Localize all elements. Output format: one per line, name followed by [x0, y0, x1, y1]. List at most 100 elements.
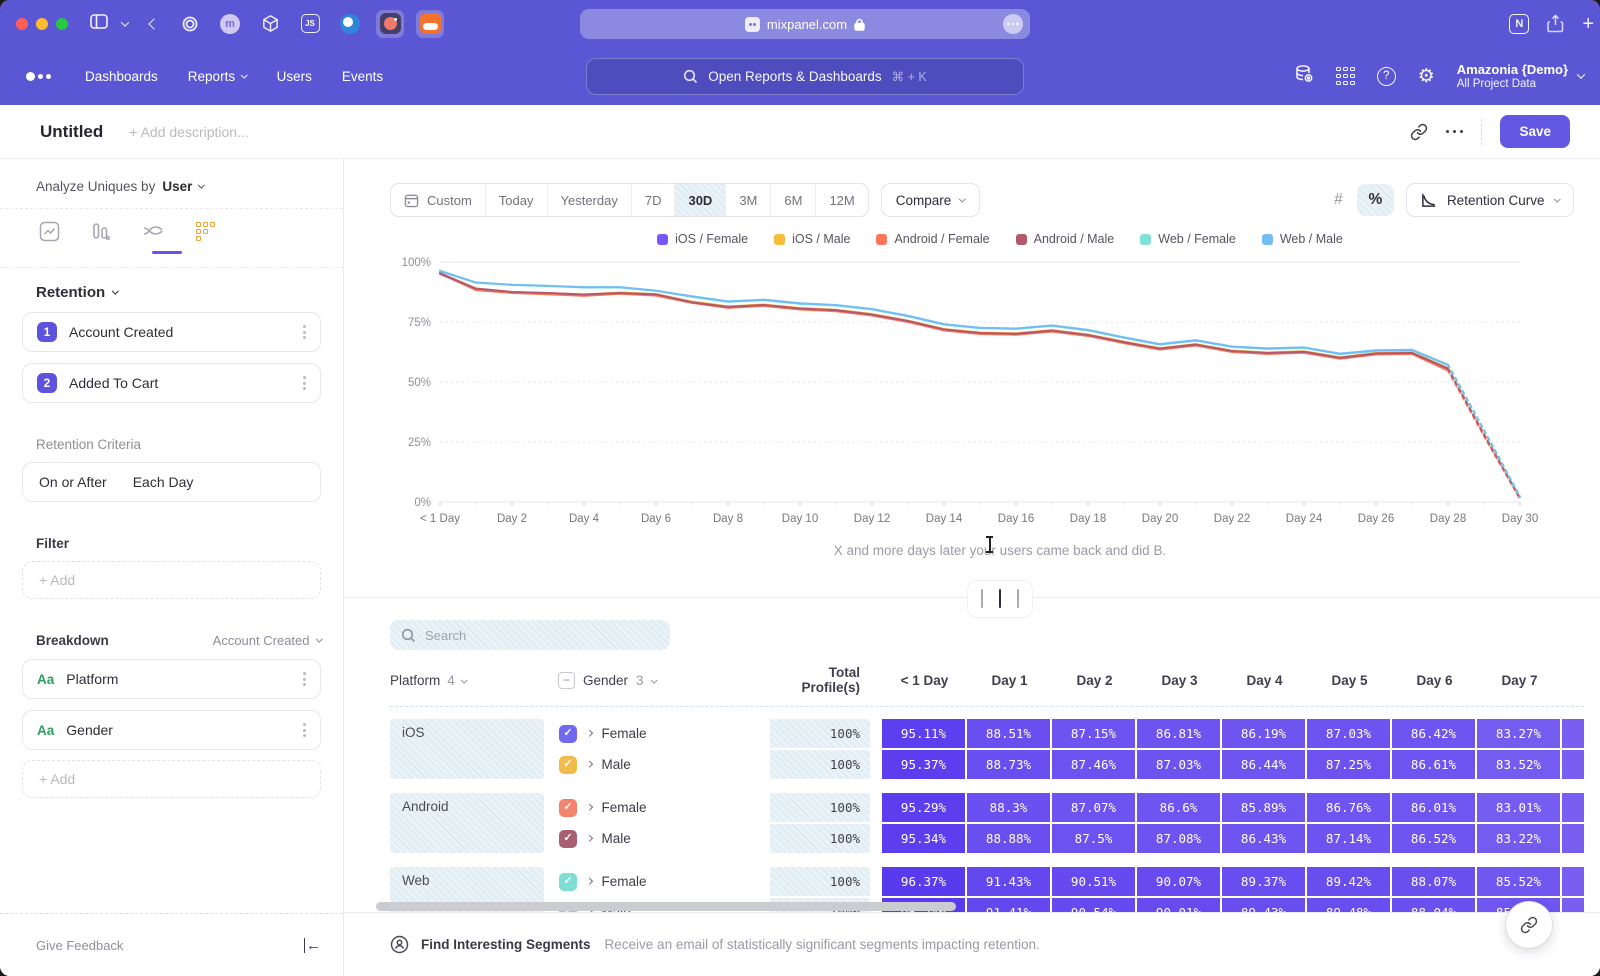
- retention-value-cell[interactable]: 90.01%: [1137, 898, 1220, 912]
- mixpanel-logo[interactable]: [26, 72, 51, 81]
- legend-item[interactable]: Web / Male: [1262, 232, 1343, 246]
- analyze-value-dropdown[interactable]: User: [162, 179, 192, 194]
- traffic-light-zoom[interactable]: [56, 18, 68, 30]
- retention-value-cell[interactable]: 88.3%: [967, 793, 1050, 822]
- checkbox-android-female[interactable]: ✓: [559, 799, 577, 817]
- collapse-sidebar-icon[interactable]: ←: [304, 938, 321, 953]
- share-link-fab[interactable]: [1506, 902, 1552, 948]
- save-button[interactable]: Save: [1500, 115, 1570, 148]
- criteria-mode[interactable]: On or After: [39, 474, 107, 490]
- breakdown-applies-to-dropdown[interactable]: Account Created: [213, 633, 321, 648]
- data-management-icon[interactable]: [1294, 64, 1314, 89]
- chart-type-dropdown[interactable]: Retention Curve: [1406, 183, 1574, 217]
- find-segments-link[interactable]: Find Interesting Segments: [421, 937, 591, 952]
- retention-value-cell[interactable]: 87.08%: [1137, 824, 1220, 853]
- nav-item-dashboards[interactable]: Dashboards: [85, 69, 158, 84]
- retention-value-cell[interactable]: 87.07%: [1052, 793, 1135, 822]
- range-3m[interactable]: 3M: [725, 184, 770, 216]
- range-7d[interactable]: 7D: [631, 184, 675, 216]
- chart-only-view-button[interactable]: [979, 588, 985, 610]
- nav-item-users[interactable]: Users: [277, 69, 312, 84]
- day-column-header[interactable]: Day 2: [1052, 673, 1137, 688]
- select-all-checkbox[interactable]: −: [558, 672, 575, 689]
- compare-button[interactable]: Compare: [881, 183, 980, 217]
- tab-cube-icon[interactable]: [256, 10, 284, 38]
- kebab-menu-icon[interactable]: [303, 376, 306, 390]
- copy-link-icon[interactable]: [1410, 123, 1428, 141]
- retention-value-cell[interactable]: 86.42%: [1392, 719, 1475, 748]
- expand-row-icon[interactable]: [586, 761, 592, 767]
- day-column-header[interactable]: Day 7: [1477, 673, 1562, 688]
- retention-value-cell[interactable]: 95.11%: [882, 719, 965, 748]
- retention-value-cell[interactable]: 87.25%: [1307, 750, 1390, 779]
- retention-value-cell[interactable]: 90.51%: [1052, 867, 1135, 896]
- report-title[interactable]: Untitled: [40, 122, 103, 142]
- share-icon[interactable]: [1547, 14, 1564, 33]
- percent-values-toggle[interactable]: %: [1357, 184, 1394, 216]
- checkbox-ios-female[interactable]: ✓: [559, 725, 577, 743]
- chevron-down-icon[interactable]: [121, 18, 129, 26]
- retention-value-cell[interactable]: 91.41%: [967, 898, 1050, 912]
- retention-value-cell[interactable]: 86.81%: [1137, 719, 1220, 748]
- retention-value-cell[interactable]: 95.37%: [882, 750, 965, 779]
- tab-active-icon[interactable]: [376, 10, 404, 38]
- day-column-header[interactable]: Day 3: [1137, 673, 1222, 688]
- retention-value-cell[interactable]: 87.14%: [1307, 824, 1390, 853]
- range-6m[interactable]: 6M: [770, 184, 815, 216]
- expand-row-icon[interactable]: [586, 878, 592, 884]
- checkbox-ios-male[interactable]: ✓: [559, 756, 577, 774]
- retention-value-cell[interactable]: 86.19%: [1222, 719, 1305, 748]
- kebab-menu-icon[interactable]: [303, 723, 306, 737]
- retention-value-cell[interactable]: 88.04%: [1392, 898, 1475, 912]
- breakdown-platform[interactable]: AaPlatform: [22, 659, 321, 699]
- give-feedback-link[interactable]: Give Feedback: [36, 938, 123, 953]
- day-column-header[interactable]: Day 6: [1392, 673, 1477, 688]
- global-search[interactable]: Open Reports & Dashboards ⌘ + K: [586, 58, 1024, 95]
- nav-item-events[interactable]: Events: [342, 69, 383, 84]
- back-icon[interactable]: [148, 18, 159, 29]
- tab-flows-icon[interactable]: [140, 218, 166, 244]
- horizontal-scrollbar[interactable]: [376, 902, 956, 911]
- retention-value-cell[interactable]: 87.03%: [1137, 750, 1220, 779]
- day-column-header[interactable]: Day 4: [1222, 673, 1307, 688]
- split-view-button[interactable]: [997, 588, 1003, 610]
- tab-browser-icon[interactable]: [336, 10, 364, 38]
- add-description[interactable]: + Add description...: [129, 124, 248, 140]
- range-today[interactable]: Today: [485, 184, 547, 216]
- retention-value-cell[interactable]: 91.43%: [967, 867, 1050, 896]
- line-chart[interactable]: 100%75%50%25%0%< 1 DayDay 2Day 4Day 6Day…: [390, 248, 1570, 532]
- tab-insights-icon[interactable]: [36, 218, 62, 244]
- day-column-header[interactable]: Day 5: [1307, 673, 1392, 688]
- retention-step-1[interactable]: 1Account Created: [22, 312, 321, 352]
- retention-value-cell[interactable]: 89.37%: [1222, 867, 1305, 896]
- retention-value-cell[interactable]: 86.44%: [1222, 750, 1305, 779]
- sidebar-toggle-icon[interactable]: [90, 14, 108, 34]
- retention-value-cell[interactable]: 88.73%: [967, 750, 1050, 779]
- retention-value-cell[interactable]: 85.89%: [1222, 793, 1305, 822]
- retention-value-cell[interactable]: 86.76%: [1307, 793, 1390, 822]
- retention-value-cell[interactable]: 89.48%: [1307, 898, 1390, 912]
- absolute-values-toggle[interactable]: #: [1320, 184, 1357, 216]
- checkbox-web-female[interactable]: ✓: [559, 873, 577, 891]
- kebab-menu-icon[interactable]: [303, 672, 306, 686]
- day-column-header[interactable]: Day 1: [967, 673, 1052, 688]
- help-icon[interactable]: ?: [1377, 67, 1396, 86]
- retention-value-cell[interactable]: 89.43%: [1222, 898, 1305, 912]
- retention-value-cell[interactable]: 88.88%: [967, 824, 1050, 853]
- table-search-input[interactable]: [425, 628, 625, 643]
- tab-soundcloud-icon[interactable]: [416, 10, 444, 38]
- retention-value-cell[interactable]: 83.27%: [1477, 719, 1560, 748]
- notion-extension-icon[interactable]: N: [1509, 14, 1529, 34]
- checkbox-android-male[interactable]: ✓: [559, 830, 577, 848]
- retention-step-2[interactable]: 2Added To Cart: [22, 363, 321, 403]
- table-only-view-button[interactable]: [1015, 588, 1021, 610]
- total-profiles-header[interactable]: Total Profile(s): [770, 665, 870, 695]
- tab-ring-icon[interactable]: [176, 10, 204, 38]
- tab-retention-icon[interactable]: [192, 218, 218, 244]
- table-search[interactable]: [390, 620, 670, 650]
- settings-gear-icon[interactable]: ⚙: [1418, 67, 1435, 86]
- retention-value-cell[interactable]: 89.42%: [1307, 867, 1390, 896]
- retention-value-cell[interactable]: 88.51%: [967, 719, 1050, 748]
- retention-value-cell[interactable]: 90.07%: [1137, 867, 1220, 896]
- retention-value-cell[interactable]: 86.01%: [1392, 793, 1475, 822]
